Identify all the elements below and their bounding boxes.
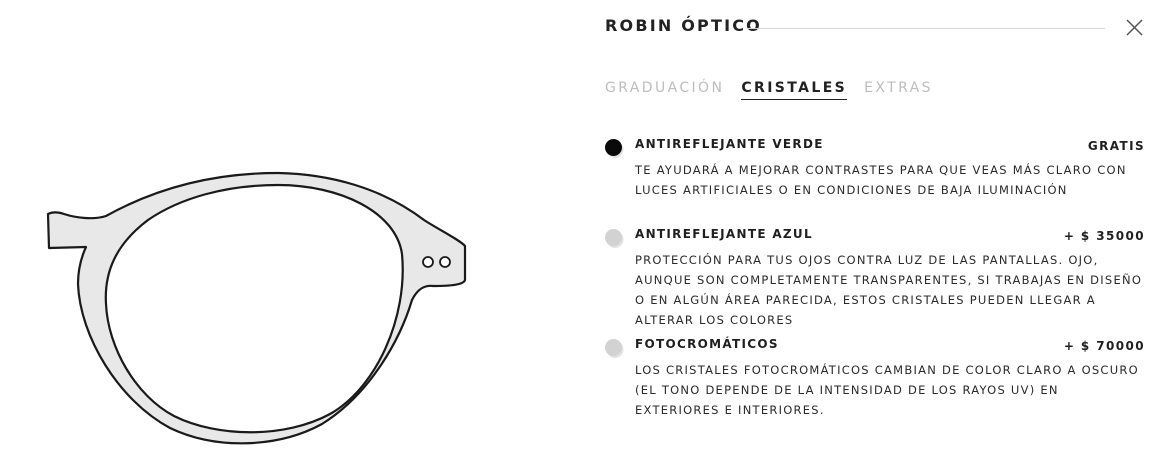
hinge-rivet (439, 256, 451, 268)
tab-extras[interactable]: EXTRAS (864, 80, 933, 100)
option-description: TE AYUDARÁ A MEJORAR CONTRASTES PARA QUE… (635, 163, 1127, 197)
tab-cristales[interactable]: CRISTALES (741, 80, 848, 100)
option-radio-selected[interactable] (605, 139, 622, 156)
tab-graduacion[interactable]: GRADUACIÓN (605, 80, 724, 100)
option-name: FOTOCROMÁTICOS (635, 337, 779, 351)
option-price: + $ 70000 (1063, 339, 1145, 353)
option-price: GRATIS (1087, 139, 1145, 153)
option-radio[interactable] (605, 339, 622, 356)
option-name: ANTIREFLEJANTE AZUL (635, 227, 813, 241)
option-radio[interactable] (605, 229, 622, 246)
option-description: PROTECCIÓN PARA TUS OJOS CONTRA LUZ DE L… (635, 253, 1143, 327)
option-name: ANTIREFLEJANTE VERDE (635, 137, 824, 151)
configurator-tabs: GRADUACIÓN CRISTALES EXTRAS (605, 80, 950, 100)
product-title: ROBIN ÓPTICO (605, 16, 762, 35)
option-description: LOS CRISTALES FOTOCROMÁTICOS CAMBIAN DE … (635, 363, 1139, 417)
close-icon[interactable] (1124, 16, 1146, 38)
title-divider (748, 28, 1105, 29)
hinge-rivet (422, 256, 434, 268)
option-price: + $ 35000 (1063, 229, 1145, 243)
glasses-frame-illustration (46, 171, 467, 445)
